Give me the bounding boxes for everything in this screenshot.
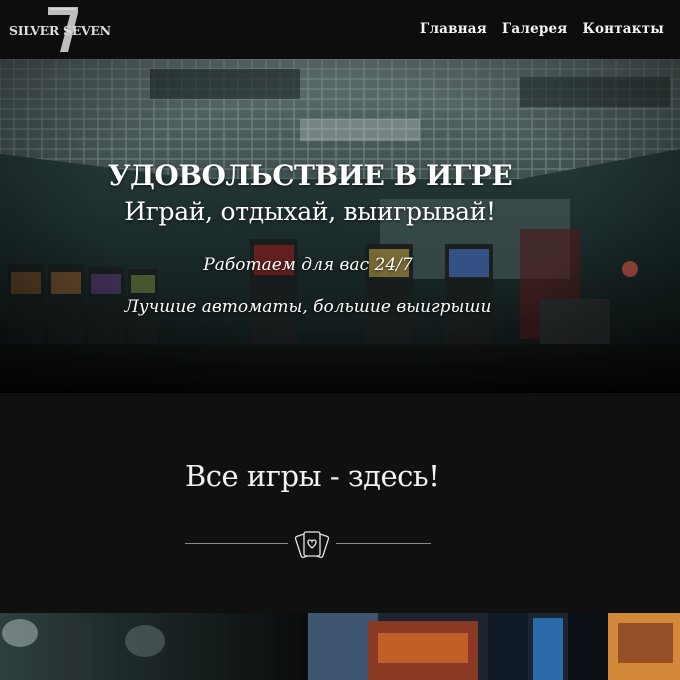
games-section: Все игры - здесь! [0, 393, 680, 613]
nav-link-gallery[interactable]: Галерея [502, 21, 568, 37]
hero-banner: УДОВОЛЬСТВИЕ В ИГРЕ Играй, отдыхай, выиг… [0, 59, 680, 393]
hero-subtitle: Играй, отдыхай, выигрывай! [124, 197, 496, 226]
section-title: Все игры - здесь! [185, 459, 440, 493]
site-logo[interactable]: SILVER SEVEN [6, 4, 116, 56]
playing-cards-icon [294, 526, 330, 562]
hero-tagline-machines: Лучшие автоматы, большие выигрыши [124, 297, 492, 317]
gallery-image[interactable] [0, 613, 307, 680]
nav-link-contacts[interactable]: Контакты [582, 21, 664, 37]
divider-left [185, 543, 288, 544]
gallery-image[interactable] [308, 613, 680, 680]
main-nav: Главная Галерея Контакты [420, 21, 664, 37]
logo-text: SILVER SEVEN [9, 23, 111, 38]
gallery-preview [0, 613, 680, 680]
hero-title: УДОВОЛЬСТВИЕ В ИГРЕ [107, 159, 513, 192]
hero-tagline-hours: Работаем для вас 24/7 [203, 255, 413, 275]
nav-link-home[interactable]: Главная [420, 21, 487, 37]
divider-right [336, 543, 431, 544]
site-header: SILVER SEVEN Главная Галерея Контакты [0, 0, 680, 59]
hero-background-image [0, 59, 680, 393]
